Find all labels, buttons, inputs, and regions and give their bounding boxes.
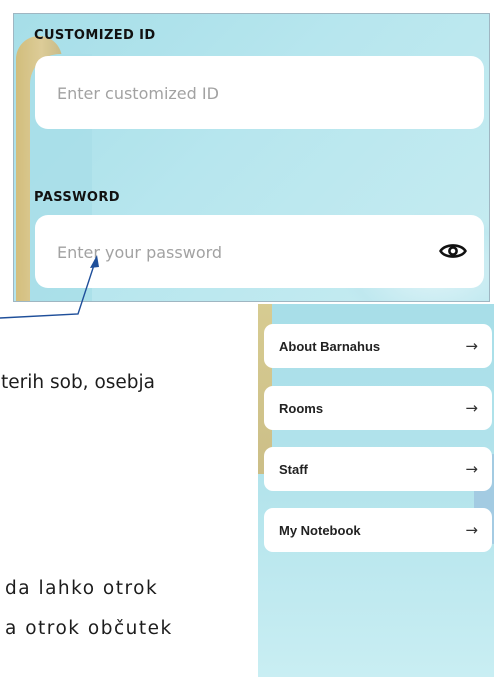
password-field[interactable] xyxy=(35,215,484,290)
document-line-2: da lahko otrok xyxy=(5,578,159,599)
show-password-button[interactable] xyxy=(438,238,468,264)
menu-item-label: My Notebook xyxy=(279,522,361,538)
eye-icon xyxy=(439,244,467,258)
customized-id-label: CUSTOMIZED ID xyxy=(34,28,156,43)
document-line-1: terih sob, osebja xyxy=(1,372,156,393)
arrow-right-icon: → xyxy=(465,521,478,539)
menu-screenshot: About Barnahus → Rooms → Staff → My Note… xyxy=(258,304,494,677)
customized-id-field[interactable] xyxy=(35,56,484,131)
callout-arrow xyxy=(0,255,99,319)
arrow-right-icon: → xyxy=(465,460,478,478)
menu-item-my-notebook[interactable]: My Notebook → xyxy=(264,508,492,552)
arrow-right-icon: → xyxy=(465,399,478,417)
menu-item-staff[interactable]: Staff → xyxy=(264,447,492,491)
password-label: PASSWORD xyxy=(34,190,120,205)
customized-id-input[interactable] xyxy=(55,56,419,131)
menu-item-rooms[interactable]: Rooms → xyxy=(264,386,492,430)
password-input[interactable] xyxy=(55,215,419,290)
menu-item-label: About Barnahus xyxy=(279,338,381,354)
menu-item-label: Staff xyxy=(279,461,308,477)
menu-item-label: Rooms xyxy=(279,400,324,416)
arrow-right-icon: → xyxy=(465,337,478,355)
document-line-3: a otrok občutek xyxy=(5,618,173,639)
menu-item-about-barnahus[interactable]: About Barnahus → xyxy=(264,324,492,368)
